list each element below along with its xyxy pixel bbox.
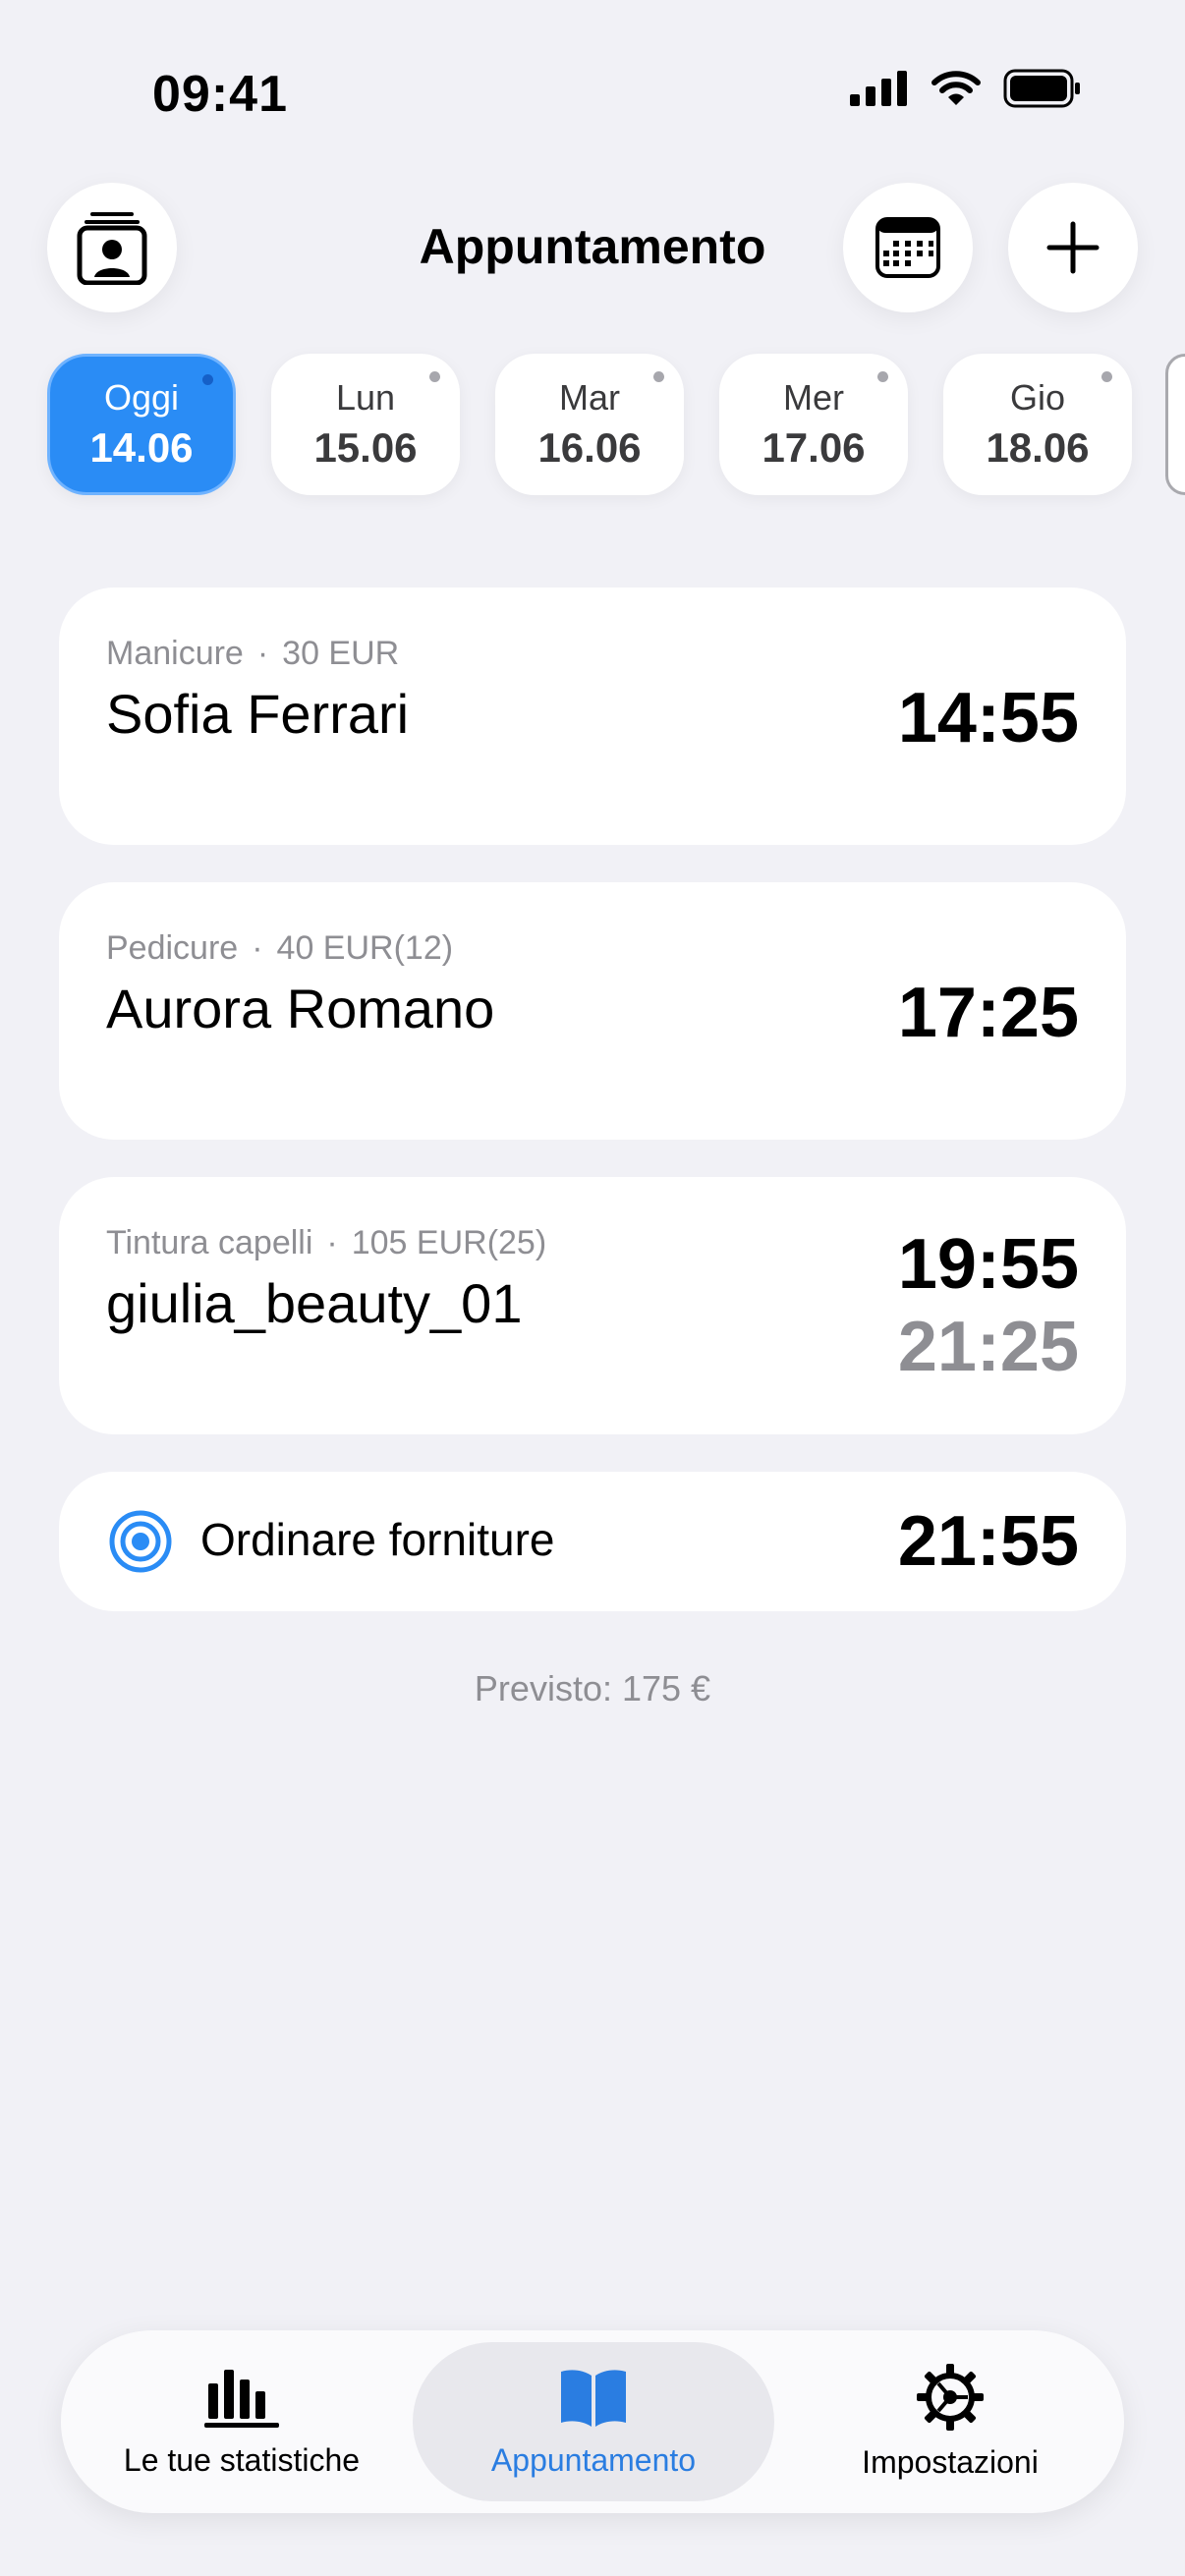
separator-dot: ·	[252, 929, 263, 967]
appointment-time: 14:55	[897, 679, 1079, 757]
date-chip-date: 18.06	[986, 424, 1090, 471]
appointment-time: 17:25	[897, 974, 1079, 1052]
status-time: 09:41	[152, 66, 288, 123]
tab-label: Le tue statistiche	[123, 2441, 361, 2478]
date-chip-weekday: Mar	[559, 377, 620, 418]
date-chip[interactable]: Mar 16.06	[495, 354, 684, 495]
date-chip[interactable]: Lun 15.06	[271, 354, 460, 495]
forecast-total: Previsto: 175 €	[474, 1668, 711, 1708]
book-icon	[561, 2369, 626, 2427]
date-chip-date: 16.06	[537, 424, 642, 471]
date-chip-weekday: Mer	[783, 377, 844, 418]
appointment-meta: Manicure · 30 EUR	[106, 635, 399, 673]
date-selector: Oggi 14.06 Lun 15.06 Mar 16.06 Mer 17.06…	[47, 354, 1132, 495]
task-card[interactable]: Ordinare forniture 21:55	[59, 1472, 1126, 1611]
date-chip-weekday: Gio	[1009, 377, 1066, 418]
appointment-service: Tintura capelli	[106, 1224, 313, 1261]
status-icons	[850, 69, 1082, 108]
tab-settings[interactable]: Impostazioni	[788, 2342, 1112, 2501]
tab-label: Impostazioni	[862, 2443, 1039, 2480]
appointment-price: 30 EUR	[282, 635, 400, 672]
tab-statistics[interactable]: Le tue statistiche	[73, 2342, 411, 2501]
gear-icon	[917, 2363, 984, 2431]
battery-icon	[1003, 69, 1080, 108]
bar-chart-icon	[204, 2369, 279, 2428]
target-icon	[109, 1510, 172, 1573]
appointment-meta: Pedicure · 40 EUR(12)	[106, 929, 453, 968]
date-chip[interactable]: Gio 18.06	[943, 354, 1132, 495]
task-time: 21:55	[897, 1502, 1079, 1581]
task-label: Ordinare forniture	[200, 1514, 555, 1565]
date-chip-date: 17.06	[762, 424, 866, 471]
appointments-screen: 09:41 Appuntamento Oggi 14.06 Lun 15.06 …	[0, 0, 1185, 2576]
appointment-card[interactable]: Tintura capelli · 105 EUR(25) giulia_beaut…	[59, 1177, 1126, 1434]
add-button[interactable]	[1008, 183, 1138, 312]
appointment-price: 40 EUR(12)	[276, 929, 454, 967]
appointment-end-time: 21:25	[897, 1308, 1079, 1386]
cellular-signal-icon	[850, 71, 907, 106]
event-dot	[429, 371, 440, 382]
separator-dot: ·	[256, 635, 269, 672]
appointment-price: 105 EUR(25)	[351, 1224, 547, 1261]
date-chip-weekday: Lun	[335, 377, 396, 418]
event-dot	[877, 371, 888, 382]
appointment-client: giulia_beauty_01	[106, 1272, 523, 1334]
plus-icon	[1046, 221, 1100, 274]
appointment-service: Pedicure	[106, 929, 239, 967]
calendar-icon	[875, 217, 940, 278]
date-chip-today[interactable]: Oggi 14.06	[47, 354, 236, 495]
tab-appointments[interactable]: Appuntamento	[413, 2342, 774, 2501]
appointment-client: Aurora Romano	[106, 978, 495, 1039]
date-chip-weekday: Oggi	[103, 377, 180, 418]
appointment-client: Sofia Ferrari	[106, 683, 410, 745]
appointment-card[interactable]: Pedicure · 40 EUR(12) Aurora Romano 17:25	[59, 882, 1126, 1140]
date-chip[interactable]: Mer 17.06	[719, 354, 908, 495]
separator-dot: ·	[326, 1224, 338, 1261]
appointment-service: Manicure	[106, 635, 244, 672]
wifi-icon	[931, 71, 981, 105]
date-chip-date: 15.06	[313, 424, 418, 471]
date-chip-partial[interactable]	[1165, 354, 1185, 495]
event-dot	[653, 371, 664, 382]
tab-bar: Le tue statistiche Appuntamento Impostaz…	[61, 2330, 1124, 2513]
appointment-meta: Tintura capelli · 105 EUR(25)	[106, 1224, 546, 1262]
date-chip-date: 14.06	[89, 424, 194, 471]
appointment-start-time: 19:55	[897, 1225, 1079, 1304]
calendar-button[interactable]	[843, 183, 973, 312]
tab-label: Appuntamento	[490, 2441, 697, 2478]
appointment-card[interactable]: Manicure · 30 EUR Sofia Ferrari 14:55	[59, 588, 1126, 845]
event-dot	[1101, 371, 1112, 382]
event-dot	[202, 374, 213, 385]
